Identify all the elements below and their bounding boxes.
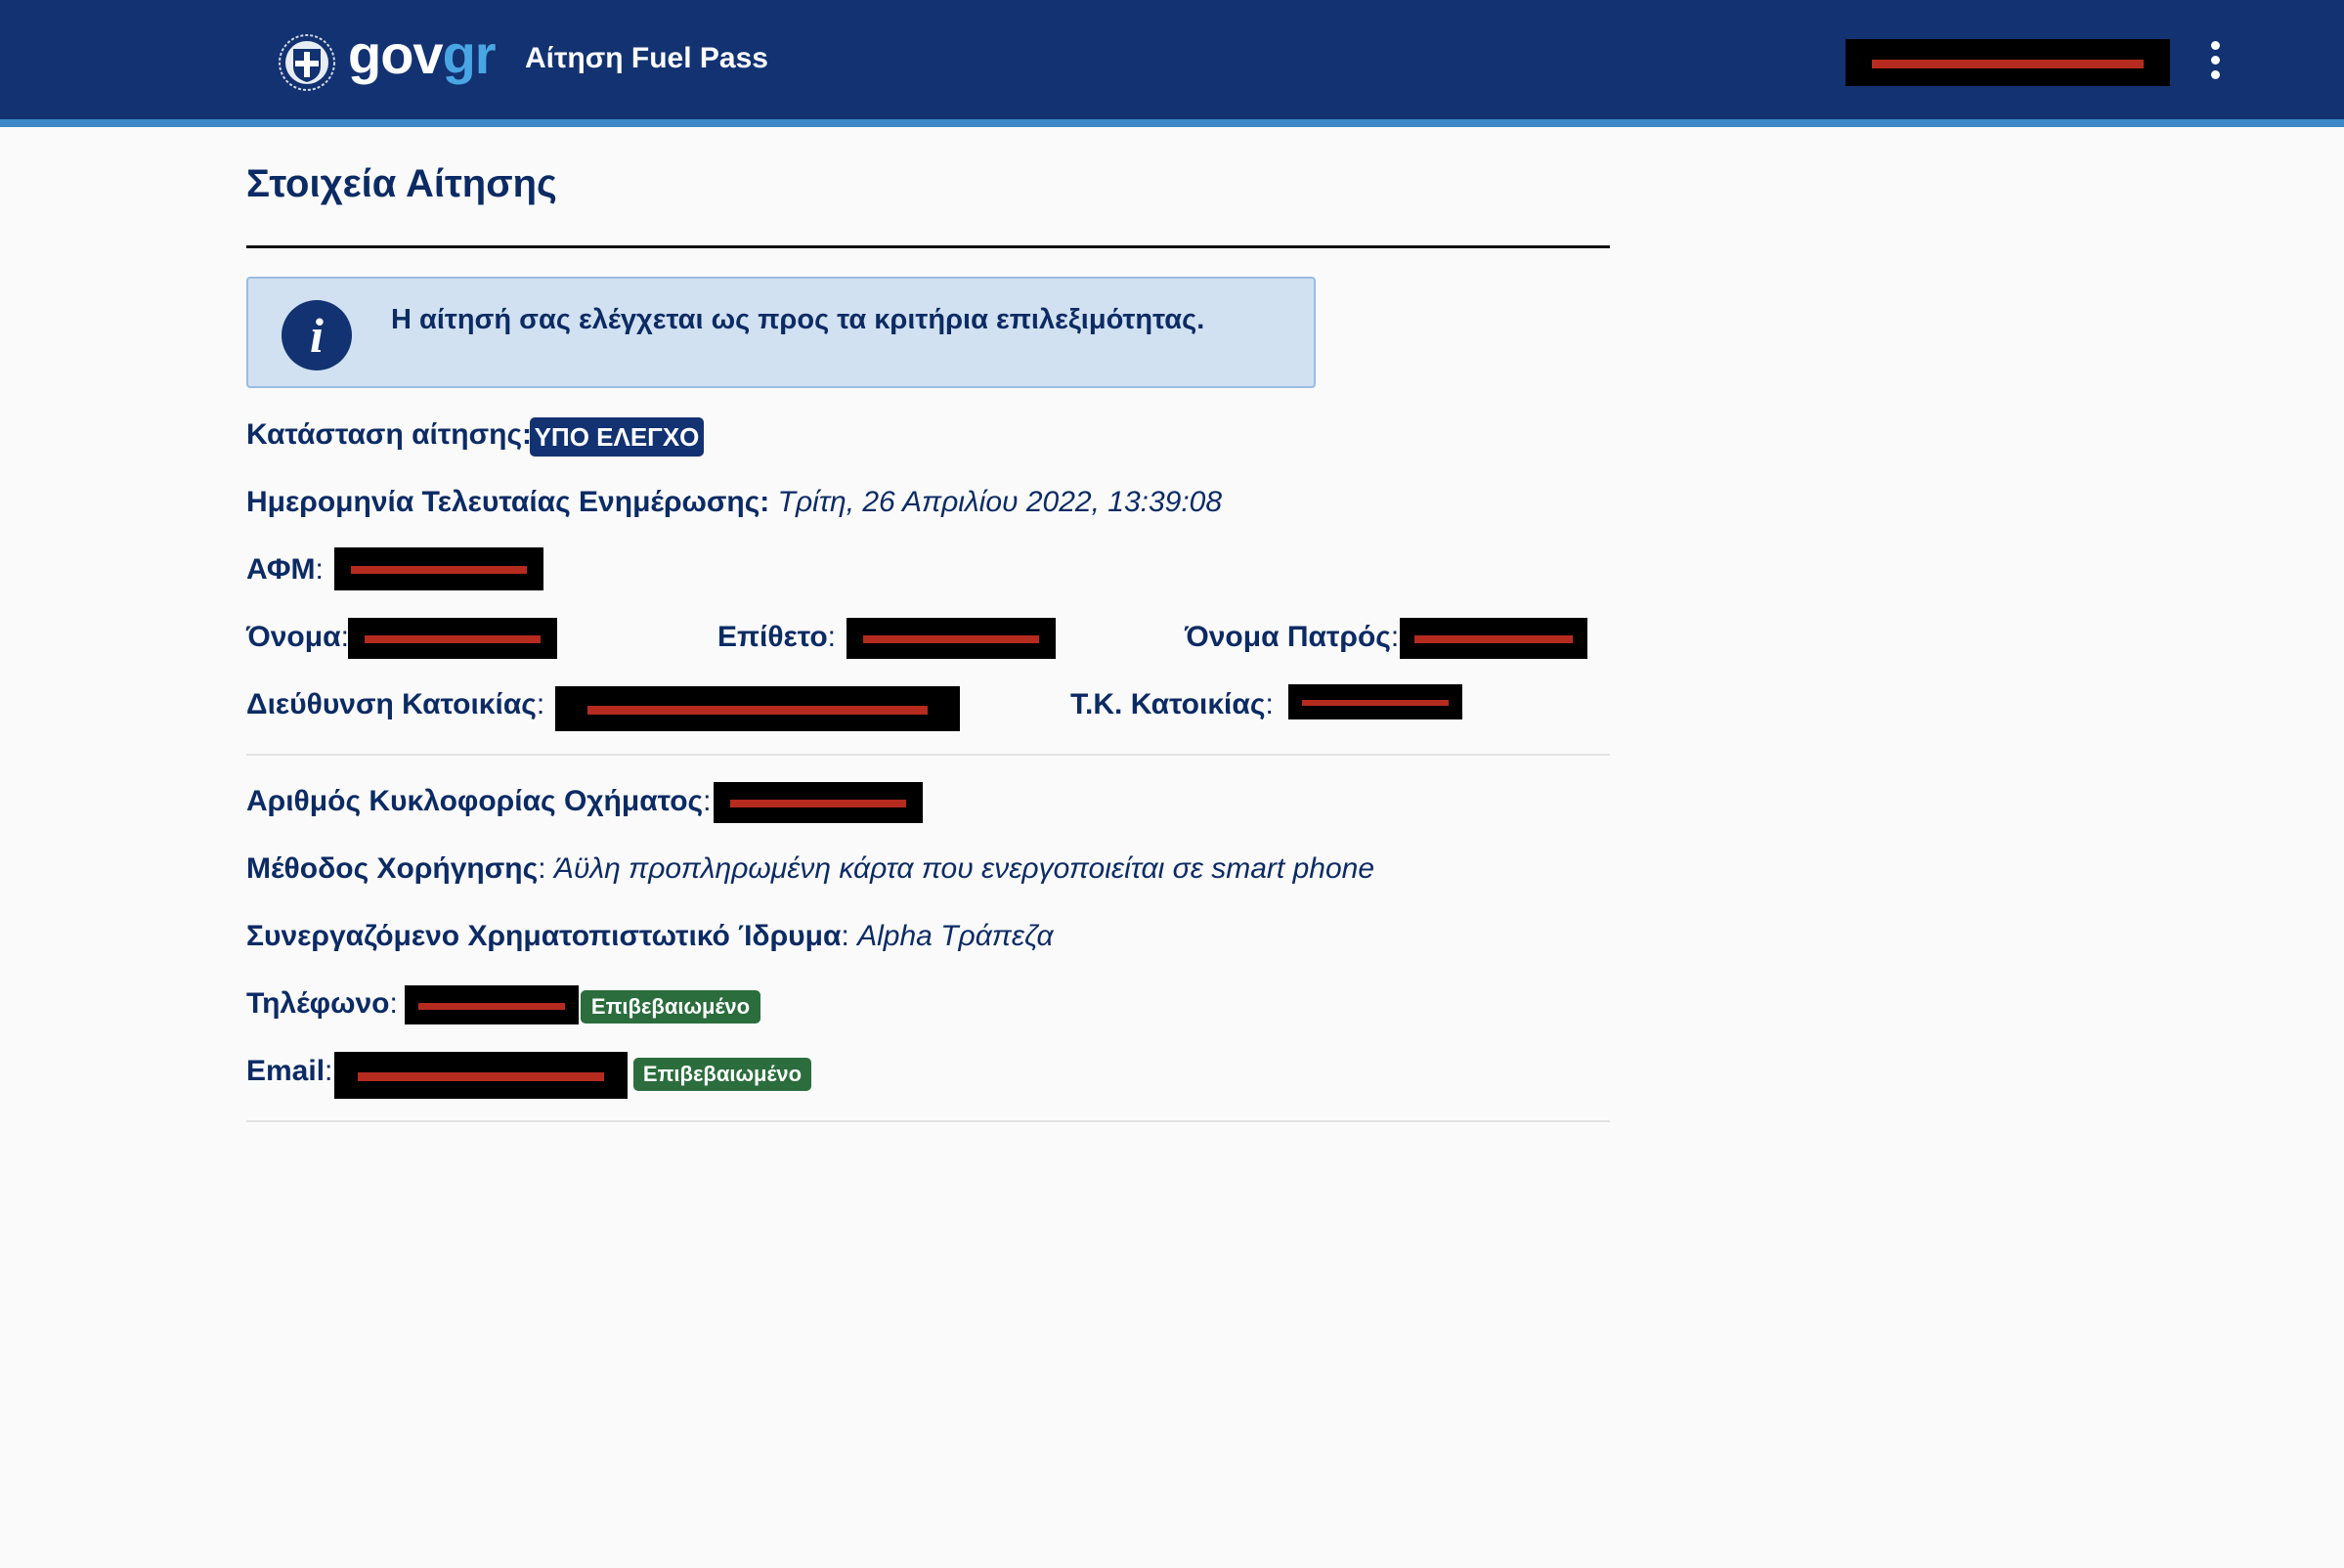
bottom-divider xyxy=(246,1120,1610,1122)
afm-separator: : xyxy=(315,553,324,586)
email-row: Email: xyxy=(246,1052,332,1091)
bank-label: Συνεργαζόμενο Χρηματοπιστωτικό Ίδρυμα xyxy=(246,920,842,952)
plate-label: Αριθμός Κυκλοφορίας Οχήματος xyxy=(246,785,704,817)
address-label: Διεύθυνση Κατοικίας xyxy=(246,688,537,720)
logo-gr-text: gr xyxy=(442,23,497,85)
father-name-separator: : xyxy=(1390,621,1400,653)
info-icon: i xyxy=(282,300,352,370)
phone-row: Τηλέφωνο: xyxy=(246,984,398,1024)
afm-row: ΑΦΜ: xyxy=(246,550,324,589)
email-label: Email xyxy=(246,1055,326,1087)
status-badge: ΥΠΟ ΕΛΕΓΧΟ xyxy=(530,417,704,457)
kebab-menu-icon[interactable] xyxy=(2203,39,2227,82)
afm-label: ΑΦΜ xyxy=(246,553,316,586)
postal-code-label: Τ.Κ. Κατοικίας xyxy=(1070,688,1266,720)
logo-gov-text: gov xyxy=(348,23,444,85)
phone-verified-badge: Επιβεβαιωμένο xyxy=(581,990,760,1024)
bank-value: Alpha Τράπεζα xyxy=(857,920,1054,952)
info-alert: i Η αίτησή σας ελέγχεται ως προς τα κριτ… xyxy=(246,277,1316,388)
father-name-label: Όνομα Πατρός xyxy=(1185,621,1391,653)
greek-coat-of-arms-icon[interactable] xyxy=(278,33,336,92)
last-update-value: Τρίτη, 26 Απριλίου 2022, 13:39:08 xyxy=(777,486,1223,518)
redacted-afm-value xyxy=(334,547,543,590)
method-row: Μέθοδος Χορήγησης: Άϋλη προπληρωμένη κάρ… xyxy=(246,849,1374,889)
redacted-postal-code-value xyxy=(1288,684,1462,719)
section-divider xyxy=(246,754,1610,756)
redacted-last-name-value xyxy=(846,618,1056,659)
last-update-row: Ημερομηνία Τελευταίας Ενημέρωσης: Τρίτη,… xyxy=(246,483,1222,522)
page-title: Στοιχεία Αίτησης xyxy=(246,162,557,205)
method-label: Μέθοδος Χορήγησης xyxy=(246,852,539,885)
phone-separator: : xyxy=(389,987,398,1020)
plate-separator: : xyxy=(703,785,712,817)
last-name-separator: : xyxy=(827,621,836,653)
top-app-bar: govgr Αίτηση Fuel Pass xyxy=(0,0,2344,127)
postal-code-separator: : xyxy=(1265,688,1274,720)
email-verified-badge: Επιβεβαιωμένο xyxy=(633,1058,811,1091)
redacted-email-value xyxy=(334,1052,628,1099)
last-name-row: Επίθετο: xyxy=(717,618,836,657)
title-divider xyxy=(246,245,1610,248)
redacted-address-value xyxy=(555,686,960,731)
phone-label: Τηλέφωνο xyxy=(246,987,390,1020)
first-name-row: Όνομα: xyxy=(246,618,349,657)
last-name-label: Επίθετο xyxy=(717,621,828,653)
email-separator: : xyxy=(325,1055,333,1087)
redacted-plate-value xyxy=(714,782,923,823)
address-separator: : xyxy=(536,688,545,720)
service-name[interactable]: Αίτηση Fuel Pass xyxy=(525,39,768,78)
postal-code-row: Τ.Κ. Κατοικίας: xyxy=(1070,685,1274,724)
redacted-father-name-value xyxy=(1400,618,1587,659)
last-update-label: Ημερομηνία Τελευταίας Ενημέρωσης: xyxy=(246,486,770,518)
plate-row: Αριθμός Κυκλοφορίας Οχήματος: xyxy=(246,782,712,821)
redacted-phone-value xyxy=(405,985,579,1024)
status-label: Κατάσταση αίτησης: xyxy=(246,418,533,451)
redacted-user-name xyxy=(1845,39,2170,86)
redacted-first-name-value xyxy=(348,618,557,659)
father-name-row: Όνομα Πατρός: xyxy=(1185,618,1399,657)
govgr-logo[interactable]: govgr xyxy=(348,23,497,86)
bank-separator: : xyxy=(841,920,849,952)
info-message: Η αίτησή σας ελέγχεται ως προς τα κριτήρ… xyxy=(391,304,1205,335)
bank-row: Συνεργαζόμενο Χρηματοπιστωτικό Ίδρυμα: A… xyxy=(246,917,1054,956)
status-row: Κατάσταση αίτησης: xyxy=(246,415,532,455)
address-row: Διεύθυνση Κατοικίας: xyxy=(246,685,544,724)
first-name-label: Όνομα xyxy=(246,621,341,653)
method-separator: : xyxy=(538,852,546,885)
method-value: Άϋλη προπληρωμένη κάρτα που ενεργοποιείτ… xyxy=(553,852,1375,885)
